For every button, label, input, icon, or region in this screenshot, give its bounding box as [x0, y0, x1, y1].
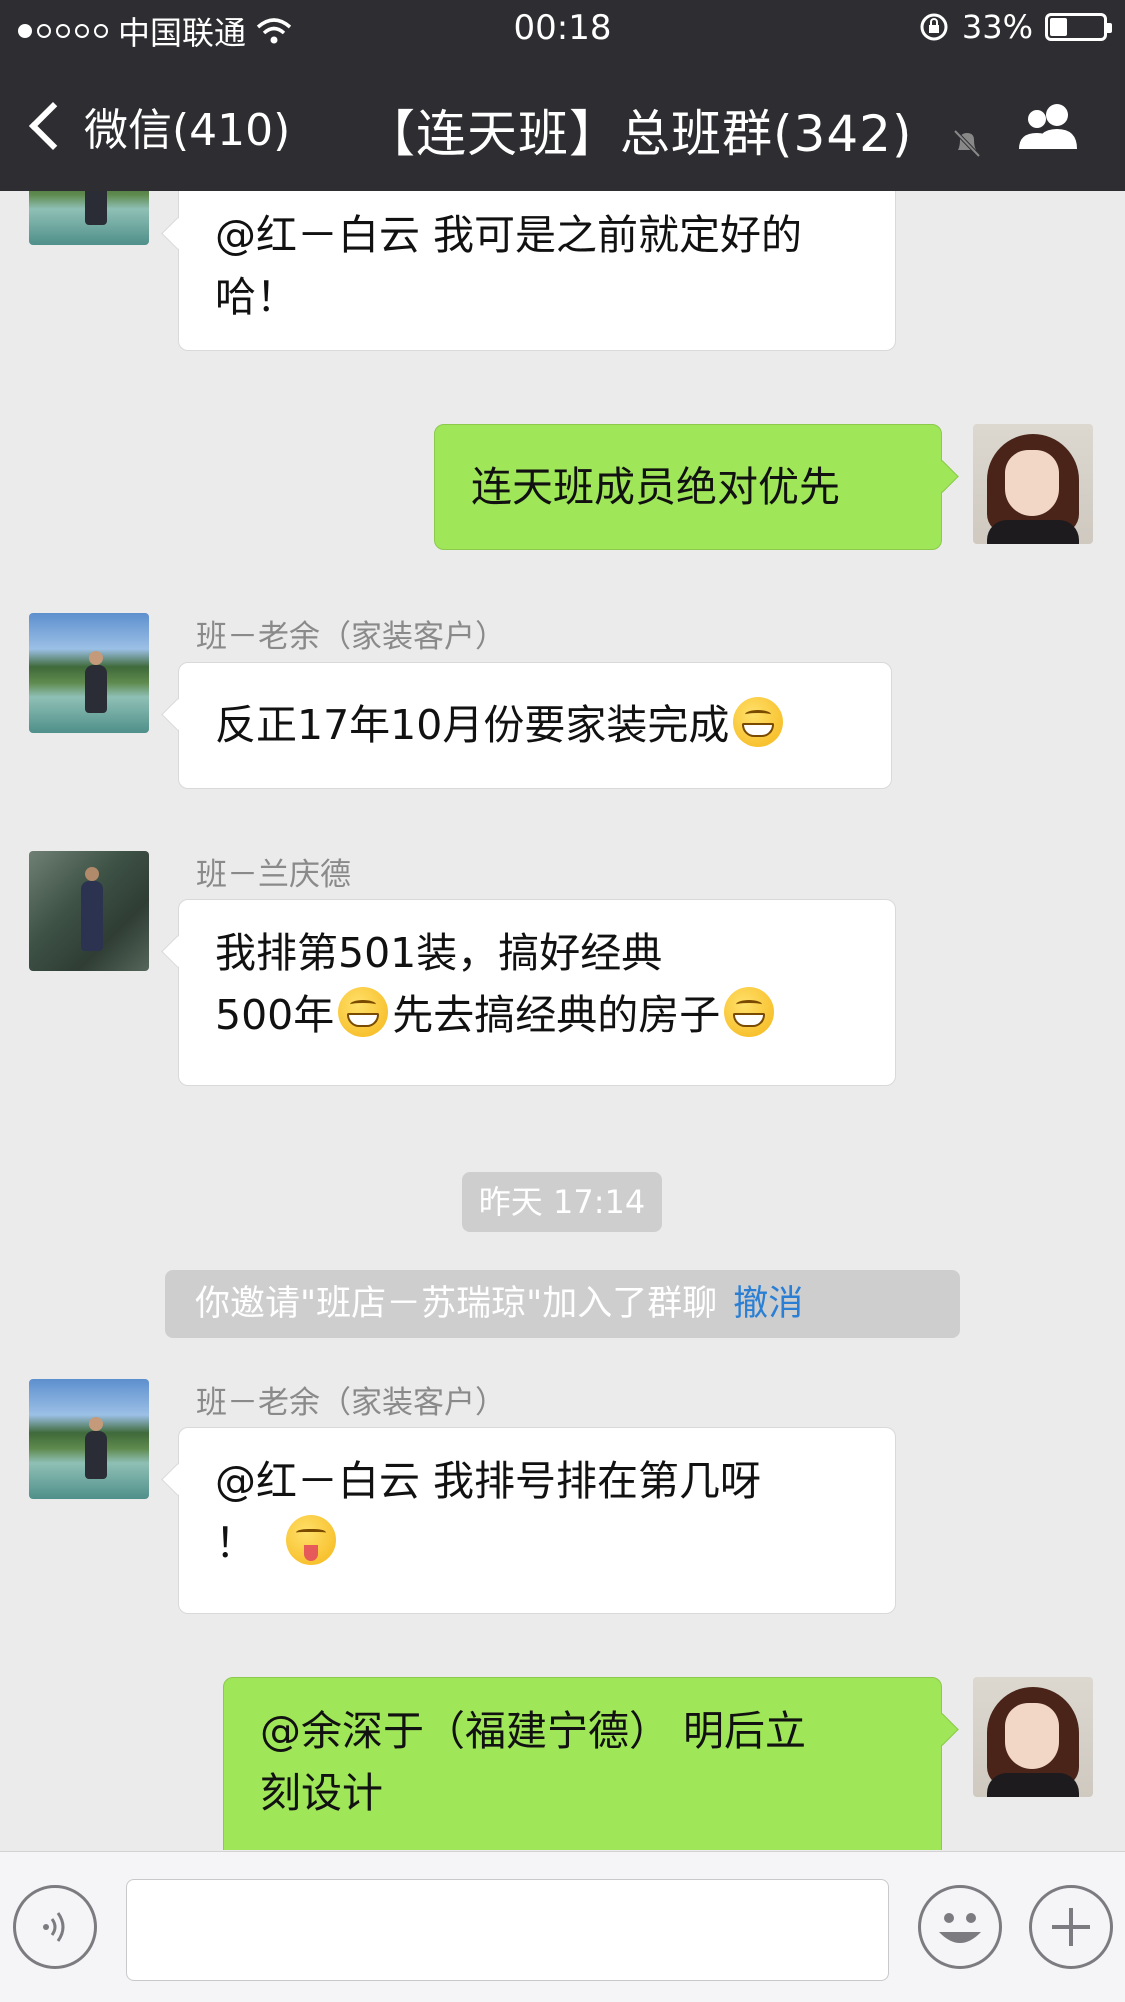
avatar-self[interactable]	[973, 1677, 1093, 1797]
system-message-text: 你邀请"班店－苏瑞琼"加入了群聊	[195, 1284, 718, 1324]
back-button[interactable]: 微信(410)	[26, 94, 290, 158]
message-bubble[interactable]: 我排第501装，搞好经典 500年 先去搞经典的房子	[178, 899, 896, 1086]
battery-icon	[1045, 13, 1112, 41]
sender-name: 班－老余（家装客户）	[196, 619, 506, 655]
sender-name: 班－兰庆德	[196, 857, 351, 893]
message-bubble[interactable]: @余深于（福建宁德） 明后立 刻设计	[223, 1677, 942, 1850]
message-text: 连天班成员绝对优先	[471, 463, 840, 511]
plus-icon	[1052, 1908, 1090, 1946]
chevron-left-icon	[28, 101, 78, 151]
avatar[interactable]	[29, 851, 149, 971]
group-members-icon[interactable]	[1015, 101, 1087, 151]
battery-status: 33%	[918, 8, 1112, 46]
nav-bar: 微信(410) 【连天班】总班群(342)	[0, 56, 1125, 191]
emoji-button[interactable]	[918, 1885, 1002, 1969]
battery-percent: 33%	[961, 8, 1033, 46]
timestamp: 昨天 17:14	[462, 1172, 662, 1232]
avatar[interactable]	[29, 613, 149, 733]
input-bar	[0, 1851, 1125, 2002]
add-button[interactable]	[1029, 1885, 1113, 1969]
voice-icon	[43, 1912, 65, 1942]
avatar[interactable]	[29, 191, 149, 245]
orientation-lock-icon	[920, 13, 948, 41]
message-bubble[interactable]: 连天班成员绝对优先	[434, 424, 942, 550]
message-text: 500年	[215, 991, 335, 1039]
message-text: @红－白云 我排号排在第几呀	[215, 1457, 762, 1505]
avatar[interactable]	[29, 1379, 149, 1499]
system-message: 你邀请"班店－苏瑞琼"加入了群聊 撤消	[165, 1270, 960, 1338]
status-bar: 中国联通 00:18 33%	[0, 0, 1125, 56]
voice-button[interactable]	[13, 1885, 97, 1969]
emoji-icon	[939, 1913, 981, 1943]
undo-link[interactable]: 撤消	[733, 1284, 803, 1324]
message-input[interactable]	[126, 1879, 889, 1981]
sender-name: 班－老余（家装客户）	[196, 1385, 506, 1421]
message-text: 先去搞经典的房子	[392, 991, 721, 1039]
message-text: 我排第501装，搞好经典	[215, 929, 663, 977]
message-bubble[interactable]: @红－白云 我排号排在第几呀 ！	[178, 1427, 896, 1614]
grin-emoji-icon	[733, 697, 784, 747]
message-text: 刻设计	[260, 1769, 383, 1817]
muted-bell-icon	[953, 129, 981, 158]
back-label: 微信(410)	[84, 105, 291, 156]
message-text: ！	[215, 1519, 256, 1567]
message-text: 反正17年10月份要家装完成	[215, 701, 730, 749]
message-bubble[interactable]: @红－白云 我可是之前就定好的哈！	[178, 191, 896, 351]
grin-emoji-icon	[724, 987, 775, 1037]
message-text: @余深于（福建宁德） 明后立	[260, 1707, 807, 1755]
chat-title: 【连天班】总班群(342)	[365, 105, 913, 163]
chat-area[interactable]: @红－白云 我可是之前就定好的哈！ 连天班成员绝对优先 班－老余（家装客户） 反…	[0, 191, 1125, 1850]
avatar-self[interactable]	[973, 424, 1093, 544]
message-text: @红－白云 我可是之前就定好的哈！	[215, 211, 803, 321]
battery-fill	[1050, 18, 1067, 36]
grin-emoji-icon	[338, 987, 389, 1037]
message-bubble[interactable]: 反正17年10月份要家装完成	[178, 662, 892, 789]
wink-emoji-icon	[286, 1515, 337, 1565]
